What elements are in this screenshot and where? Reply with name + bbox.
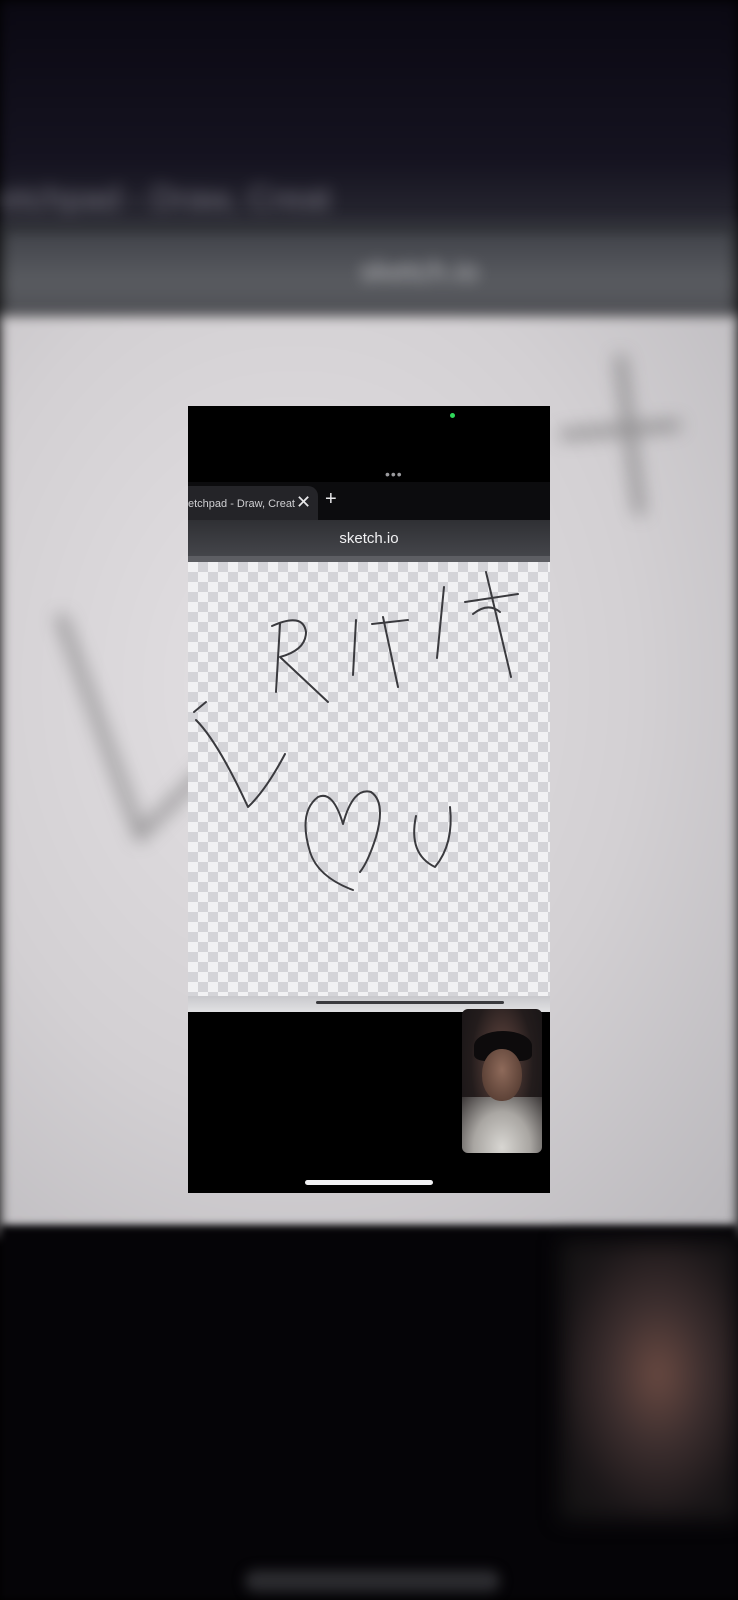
self-view-face [482, 1049, 522, 1101]
background-url-text: sketch.io [360, 255, 479, 288]
home-indicator[interactable] [305, 1180, 433, 1185]
address-bar[interactable]: sketch.io [188, 520, 550, 558]
drawing-canvas[interactable] [188, 562, 550, 1002]
self-view-video[interactable] [462, 1009, 542, 1153]
background-home-indicator [245, 1570, 500, 1592]
close-icon[interactable]: ✕ [296, 492, 311, 513]
more-dots-icon[interactable]: ••• [385, 466, 403, 482]
browser-tab-bar: etchpad - Draw, Creat ✕ + [188, 482, 550, 522]
tab-title: etchpad - Draw, Creat [188, 498, 295, 510]
camera-indicator-icon [450, 413, 455, 418]
browser-tab[interactable]: etchpad - Draw, Creat ✕ [188, 486, 318, 522]
background-self-view [560, 1240, 738, 1520]
background-tab-title: etchpad - Draw, Creat [0, 180, 331, 218]
plus-icon[interactable]: + [325, 488, 337, 511]
self-view-shirt [462, 1097, 542, 1153]
url-text: sketch.io [339, 530, 399, 547]
scroll-indicator [316, 1001, 504, 1004]
facetime-screen-share: ••• etchpad - Draw, Creat ✕ + sketch.io [188, 406, 550, 1193]
hand-drawing [193, 571, 519, 891]
